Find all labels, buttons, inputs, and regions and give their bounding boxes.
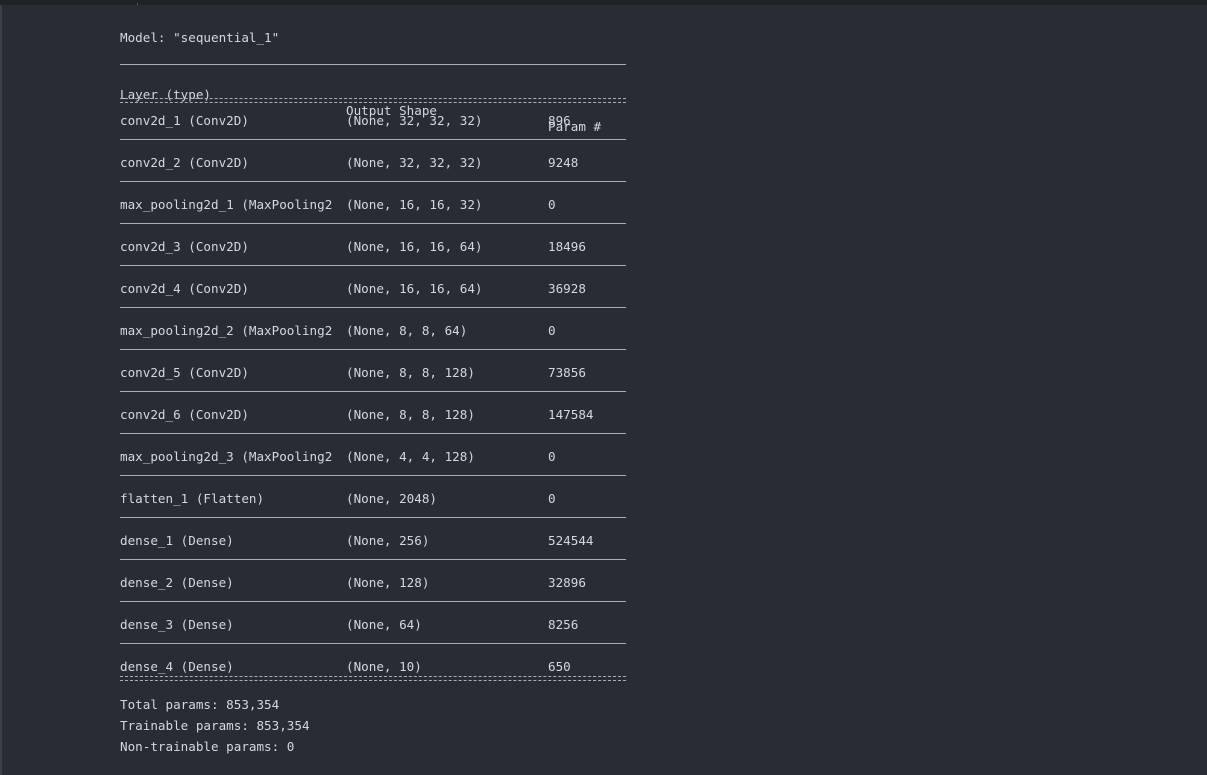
layer-name: conv2d_1 (Conv2D) [120, 113, 249, 128]
table-row: max_pooling2d_3 (MaxPooling2 (None, 4, 4,… [120, 449, 626, 465]
row-separator [120, 643, 626, 644]
model-title: Model: "sequential_1" [120, 30, 280, 45]
table-row: flatten_1 (Flatten) (None, 2048) 0 [120, 491, 626, 507]
layer-name: max_pooling2d_2 (MaxPooling2 [120, 323, 333, 338]
layer-output-shape: (None, 10) [346, 659, 422, 674]
layer-param-count: 8256 [548, 617, 579, 632]
footer-double-rule [120, 676, 626, 681]
layer-output-shape: (None, 16, 16, 64) [346, 281, 483, 296]
header-double-rule [120, 98, 626, 103]
row-separator [120, 559, 626, 560]
layer-param-count: 896 [548, 113, 571, 128]
layer-name: conv2d_6 (Conv2D) [120, 407, 249, 422]
table-row: conv2d_2 (Conv2D) (None, 32, 32, 32) 9248 [120, 155, 626, 171]
layer-name: flatten_1 (Flatten) [120, 491, 265, 506]
layer-output-shape: (None, 8, 8, 128) [346, 407, 475, 422]
layer-param-count: 36928 [548, 281, 586, 296]
table-row: dense_2 (Dense) (None, 128) 32896 [120, 575, 626, 591]
table-row: conv2d_6 (Conv2D) (None, 8, 8, 128) 147584 [120, 407, 626, 423]
total-params: Total params: 853,354 [120, 697, 280, 712]
table-row: conv2d_3 (Conv2D) (None, 16, 16, 64) 18496 [120, 239, 626, 255]
row-separator [120, 139, 626, 140]
layer-param-count: 0 [548, 491, 556, 506]
table-row: dense_3 (Dense) (None, 64) 8256 [120, 617, 626, 633]
row-separator [120, 433, 626, 434]
layer-name: max_pooling2d_3 (MaxPooling2 [120, 449, 333, 464]
layer-output-shape: (None, 16, 16, 32) [346, 197, 483, 212]
table-row: dense_1 (Dense) (None, 256) 524544 [120, 533, 626, 549]
table-row: max_pooling2d_2 (MaxPooling2 (None, 8, 8,… [120, 323, 626, 339]
layer-name: dense_1 (Dense) [120, 533, 234, 548]
row-separator [120, 601, 626, 602]
table-row: conv2d_5 (Conv2D) (None, 8, 8, 128) 73856 [120, 365, 626, 381]
row-separator [120, 181, 626, 182]
notebook-frame: Model: "sequential_1" Layer (type) Outpu… [0, 0, 1207, 775]
layer-param-count: 0 [548, 449, 556, 464]
row-separator [120, 517, 626, 518]
layer-name: dense_3 (Dense) [120, 617, 234, 632]
layer-param-count: 147584 [548, 407, 594, 422]
layer-name: conv2d_3 (Conv2D) [120, 239, 249, 254]
table-row: max_pooling2d_1 (MaxPooling2 (None, 16, 1… [120, 197, 626, 213]
layer-param-count: 0 [548, 197, 556, 212]
trainable-params: Trainable params: 853,354 [120, 718, 310, 733]
header-rule [120, 64, 626, 65]
layer-output-shape: (None, 2048) [346, 491, 437, 506]
layer-name: dense_4 (Dense) [120, 659, 234, 674]
layer-output-shape: (None, 128) [346, 575, 430, 590]
layer-output-shape: (None, 32, 32, 32) [346, 113, 483, 128]
layer-param-count: 650 [548, 659, 571, 674]
row-separator [120, 349, 626, 350]
layer-param-count: 73856 [548, 365, 586, 380]
row-separator [120, 307, 626, 308]
cell-output-area: Model: "sequential_1" Layer (type) Outpu… [0, 5, 1207, 775]
layer-param-count: 0 [548, 323, 556, 338]
layer-output-shape: (None, 64) [346, 617, 422, 632]
non-trainable-params: Non-trainable params: 0 [120, 739, 295, 754]
layer-param-count: 32896 [548, 575, 586, 590]
layer-output-shape: (None, 16, 16, 64) [346, 239, 483, 254]
layer-output-shape: (None, 32, 32, 32) [346, 155, 483, 170]
table-row: conv2d_1 (Conv2D) (None, 32, 32, 32) 896 [120, 113, 626, 129]
layer-name: dense_2 (Dense) [120, 575, 234, 590]
layer-output-shape: (None, 256) [346, 533, 430, 548]
layer-output-shape: (None, 8, 8, 64) [346, 323, 468, 338]
table-row: conv2d_4 (Conv2D) (None, 16, 16, 64) 36928 [120, 281, 626, 297]
row-separator [120, 475, 626, 476]
layer-name: conv2d_2 (Conv2D) [120, 155, 249, 170]
table-row: dense_4 (Dense) (None, 10) 650 [120, 659, 626, 675]
table-header: Layer (type) Output Shape Param # [120, 71, 626, 134]
row-separator [120, 391, 626, 392]
layer-output-shape: (None, 4, 4, 128) [346, 449, 475, 464]
layer-name: max_pooling2d_1 (MaxPooling2 [120, 197, 333, 212]
layer-param-count: 18496 [548, 239, 586, 254]
layer-param-count: 524544 [548, 533, 594, 548]
layer-name: conv2d_5 (Conv2D) [120, 365, 249, 380]
layer-name: conv2d_4 (Conv2D) [120, 281, 249, 296]
row-separator [120, 223, 626, 224]
row-separator [120, 265, 626, 266]
layer-param-count: 9248 [548, 155, 579, 170]
layer-output-shape: (None, 8, 8, 128) [346, 365, 475, 380]
